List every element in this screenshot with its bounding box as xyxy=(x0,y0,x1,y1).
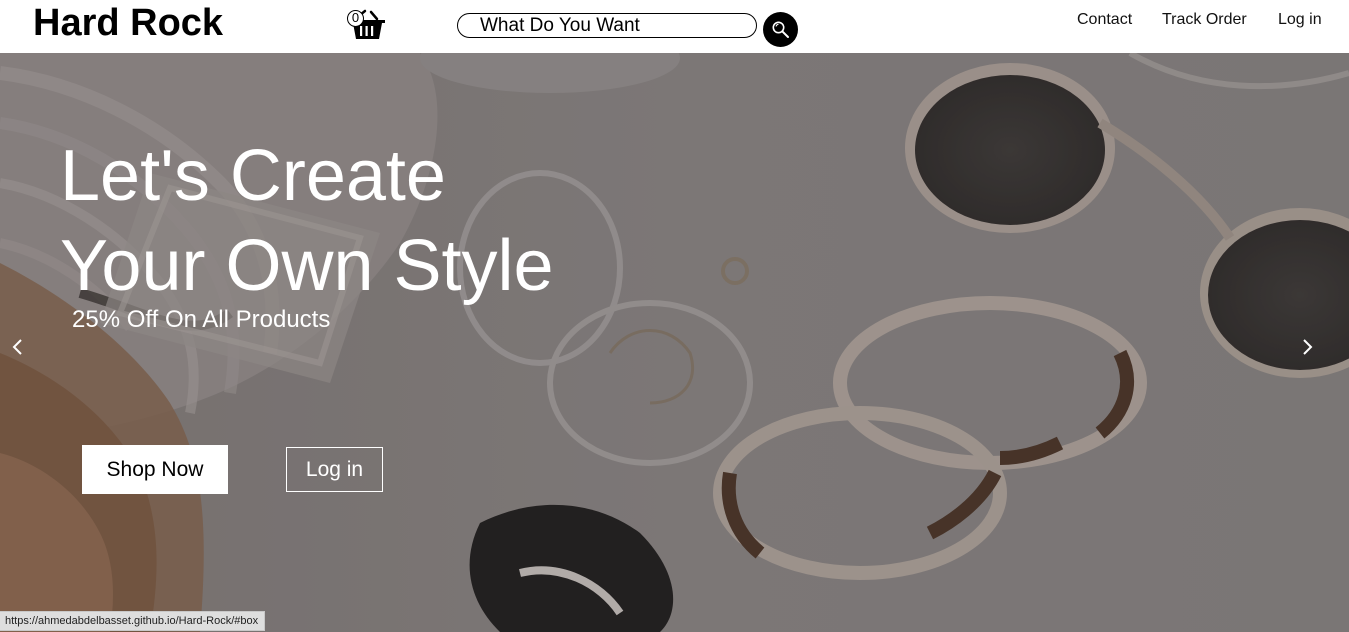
hero-carousel: Let's Create Your Own Style 25% Off On A… xyxy=(0,53,1349,632)
search-button[interactable] xyxy=(763,12,798,47)
hero-subtitle: 25% Off On All Products xyxy=(72,306,331,333)
hero-title-line-2: Your Own Style xyxy=(60,226,554,306)
nav-login[interactable]: Log in xyxy=(1278,11,1322,29)
carousel-next-button[interactable] xyxy=(1296,336,1318,358)
cart-button[interactable]: 0 xyxy=(345,9,387,41)
site-header: Hard Rock 0 Contact Track Order Log in xyxy=(0,0,1349,53)
chevron-left-icon xyxy=(12,339,22,355)
carousel-prev-button[interactable] xyxy=(7,336,29,358)
status-bar-url: https://ahmedabdelbasset.github.io/Hard-… xyxy=(0,611,266,631)
chevron-right-icon xyxy=(1303,339,1313,355)
shop-now-button[interactable]: Shop Now xyxy=(82,445,228,494)
nav-contact[interactable]: Contact xyxy=(1077,11,1132,29)
magnifier-icon xyxy=(772,21,789,38)
hero-title-line-1: Let's Create xyxy=(60,136,446,216)
site-logo[interactable]: Hard Rock xyxy=(33,1,223,45)
cart-count-badge: 0 xyxy=(347,10,364,27)
nav-track-order[interactable]: Track Order xyxy=(1162,11,1247,29)
hero-title: Let's Create Your Own Style xyxy=(60,131,760,311)
hero-login-button[interactable]: Log in xyxy=(286,447,383,492)
search-input[interactable] xyxy=(457,13,757,38)
